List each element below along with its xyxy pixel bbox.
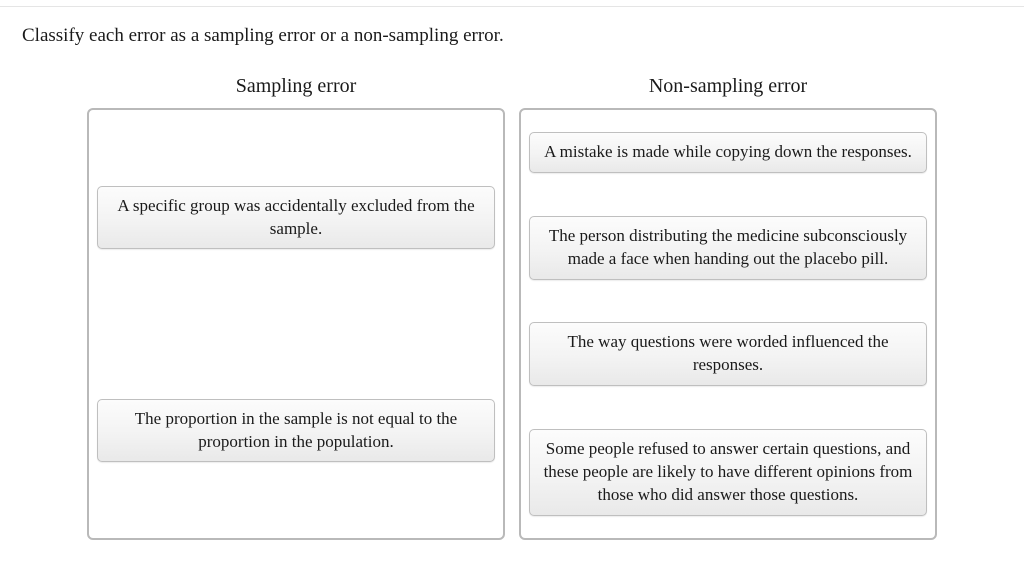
sampling-column-title: Sampling error	[236, 75, 357, 98]
nonsampling-drop-zone[interactable]: A mistake is made while copying down the…	[519, 108, 937, 540]
sampling-drop-zone[interactable]: A specific group was accidentally exclud…	[87, 108, 505, 540]
error-card[interactable]: A specific group was accidentally exclud…	[97, 186, 495, 250]
question-instruction: Classify each error as a sampling error …	[22, 25, 1002, 47]
sampling-column: Sampling error A specific group was acci…	[87, 75, 505, 540]
nonsampling-column: Non-sampling error A mistake is made whi…	[519, 75, 937, 540]
spacer	[97, 476, 495, 530]
spacer	[97, 331, 495, 385]
error-card[interactable]: A mistake is made while copying down the…	[529, 132, 927, 173]
nonsampling-column-title: Non-sampling error	[649, 75, 807, 98]
spacer	[97, 263, 495, 317]
page: Classify each error as a sampling error …	[0, 7, 1024, 564]
classification-columns: Sampling error A specific group was acci…	[22, 75, 1002, 540]
error-card[interactable]: The person distributing the medicine sub…	[529, 216, 927, 280]
error-card[interactable]: The way questions were worded influenced…	[529, 322, 927, 386]
spacer	[97, 118, 495, 172]
error-card[interactable]: Some people refused to answer certain qu…	[529, 429, 927, 516]
error-card[interactable]: The proportion in the sample is not equa…	[97, 399, 495, 463]
